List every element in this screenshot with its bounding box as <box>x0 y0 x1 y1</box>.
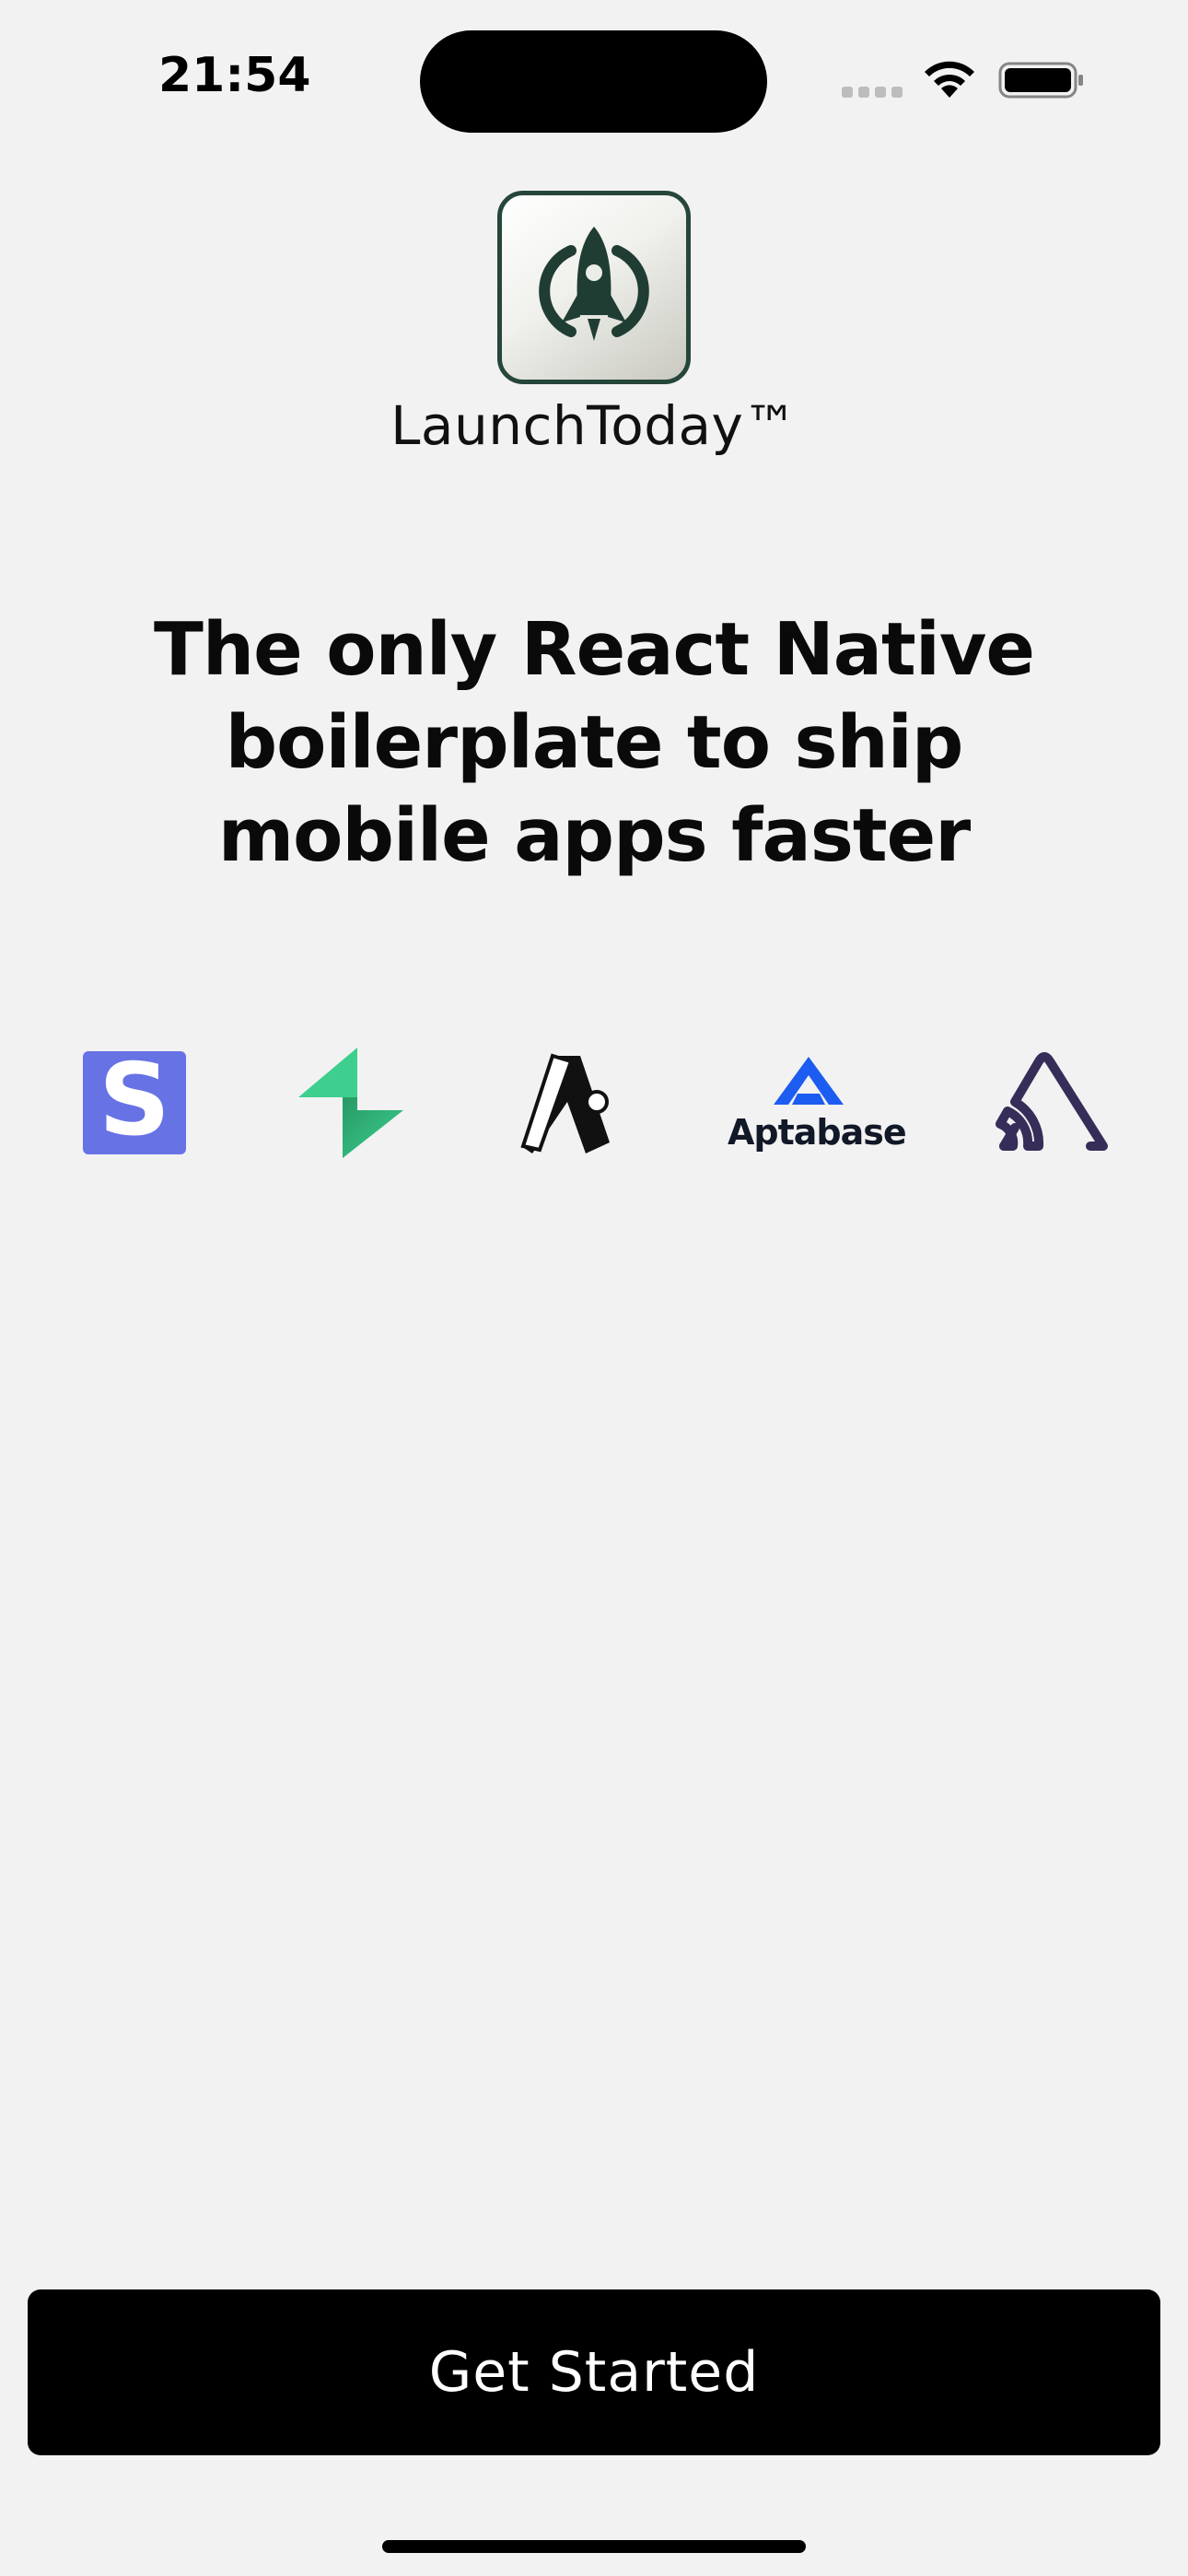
rocket-icon <box>539 227 649 341</box>
revenuecat-logo <box>520 1053 610 1153</box>
aptabase-wordmark: Aptabase <box>728 1112 907 1153</box>
aptabase-logo: Aptabase <box>728 1055 907 1156</box>
app-name: LaunchToday™ <box>390 394 798 457</box>
cellular-signal-icon <box>842 87 906 100</box>
headline: The only React Native boilerplate to shi… <box>92 603 1096 883</box>
sentry-logo <box>996 1052 1108 1151</box>
supabase-logo <box>298 1048 403 1158</box>
dynamic-island <box>420 30 767 133</box>
get-started-button[interactable]: Get Started <box>28 2289 1160 2455</box>
stripe-logo: S <box>83 1051 186 1154</box>
stripe-glyph: S <box>99 1043 170 1158</box>
home-indicator[interactable] <box>382 2540 806 2553</box>
headline-line-1: The only React Native <box>154 607 1035 692</box>
headline-line-3: mobile apps faster <box>217 793 971 878</box>
wifi-icon <box>925 61 974 98</box>
app-logo <box>497 191 691 384</box>
status-time: 21:54 <box>158 48 311 103</box>
headline-line-2: boilerplate to ship <box>225 700 964 785</box>
screen: 21:54 LaunchToday™ The only React Native… <box>0 0 1188 2576</box>
battery-icon <box>998 62 1083 99</box>
get-started-label: Get Started <box>428 2340 760 2405</box>
aptabase-mark-icon <box>774 1057 844 1105</box>
